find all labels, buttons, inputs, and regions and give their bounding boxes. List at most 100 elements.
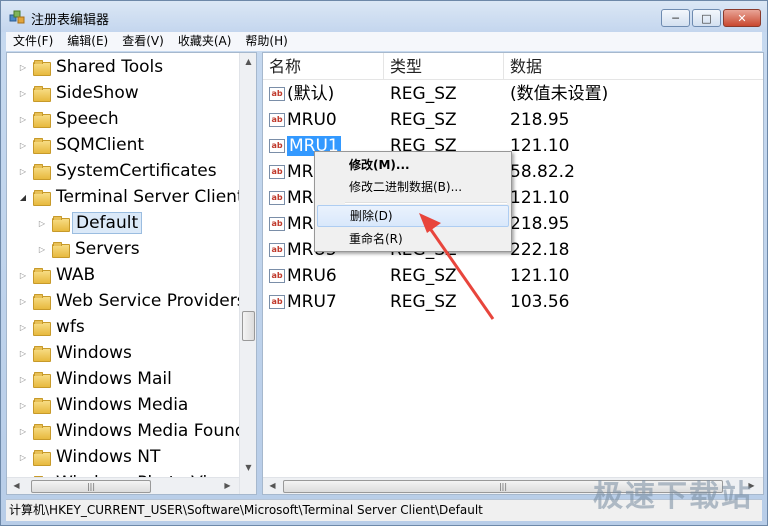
value-type: REG_SZ [390,110,457,130]
tree-item[interactable]: ▷ Default [36,210,143,236]
title-bar: 注册表编辑器 ─ □ ✕ [1,1,767,32]
value-row[interactable]: ab (默认) REG_SZ (数值未设置) [263,81,763,107]
string-value-icon: ab [269,113,285,127]
value-row[interactable]: ab MRU0 REG_SZ 218.95 [263,107,763,133]
value-row[interactable]: ab MRU7 REG_SZ 103.56 [263,289,763,315]
registry-editor-window: 注册表编辑器 ─ □ ✕ 文件(F) 编辑(E) 查看(V) 收藏夹(A) 帮助… [0,0,768,526]
value-row[interactable]: ab MRU6 REG_SZ 121.10 [263,263,763,289]
tree-vertical-scrollbar[interactable]: ▲ ▼ [239,53,256,494]
folder-icon [33,294,51,310]
collapsed-arrow-icon[interactable]: ▷ [17,323,29,332]
string-value-icon: ab [269,87,285,101]
key-tree[interactable]: ▷ Shared Tools ▷ SideShow ▷ Speech ▷ SQMClient ▷… [6,52,257,495]
tree-item[interactable]: ▷ Windows Mail [17,366,175,392]
tree-item[interactable]: ▷ Speech [17,106,122,132]
value-data: 58.82.2 [510,162,575,182]
value-data: 218.95 [510,110,570,130]
collapsed-arrow-icon[interactable]: ▷ [17,349,29,358]
menu-bar: 文件(F) 编辑(E) 查看(V) 收藏夹(A) 帮助(H) [6,32,762,51]
string-value-icon: ab [269,295,285,309]
collapsed-arrow-icon[interactable]: ▷ [36,245,48,254]
scroll-left-icon[interactable]: ◀ [10,479,23,493]
string-value-icon: ab [269,139,285,153]
collapsed-arrow-icon[interactable]: ▷ [17,63,29,72]
expanded-arrow-icon[interactable]: ◢ [17,193,29,202]
tree-item[interactable]: ▷ Windows Media [17,392,191,418]
collapsed-arrow-icon[interactable]: ▷ [36,219,48,228]
tree-item-label: Shared Tools [56,57,164,77]
tree-item-label: Windows Media Found [56,421,246,441]
tree-item[interactable]: ▷ SideShow [17,80,142,106]
registry-editor-icon [9,10,25,24]
collapsed-arrow-icon[interactable]: ▷ [17,297,29,306]
tree-item-label: WAB [56,265,96,285]
collapsed-arrow-icon[interactable]: ▷ [17,375,29,384]
menu-view[interactable]: 查看(V) [115,32,171,51]
collapsed-arrow-icon[interactable]: ▷ [17,401,29,410]
collapsed-arrow-icon[interactable]: ▷ [17,89,29,98]
menu-help[interactable]: 帮助(H) [238,32,294,51]
value-data: 121.10 [510,188,570,208]
folder-icon [33,164,51,180]
scroll-right-icon[interactable]: ▶ [221,479,234,493]
folder-icon [33,320,51,336]
scroll-up-icon[interactable]: ▲ [242,55,255,69]
minimize-button[interactable]: ─ [661,9,690,27]
context-rename[interactable]: 重命名(R) [317,228,509,250]
context-delete[interactable]: 删除(D) [317,205,509,227]
tree-item[interactable]: ▷ WAB [17,262,98,288]
tree-item[interactable]: ▷ Shared Tools [17,54,166,80]
watermark-logo: 极速下载站 [593,479,753,514]
string-value-icon: ab [269,243,285,257]
scroll-down-icon[interactable]: ▼ [242,461,255,475]
tree-item-label: Windows NT [56,447,161,467]
tree-item[interactable]: ▷ Windows NT [17,444,163,470]
column-header-data[interactable]: 数据 [504,53,763,80]
value-data: 121.10 [510,266,570,286]
column-header-type[interactable]: 类型 [384,53,504,80]
context-modify[interactable]: 修改(M)... [317,154,509,176]
tree-item[interactable]: ▷ Servers [36,236,143,262]
menu-edit[interactable]: 编辑(E) [60,32,115,51]
collapsed-arrow-icon[interactable]: ▷ [17,141,29,150]
tree-item[interactable]: ▷ Windows [17,340,135,366]
value-data: 121.10 [510,136,570,156]
menu-file[interactable]: 文件(F) [6,32,60,51]
collapsed-arrow-icon[interactable]: ▷ [17,427,29,436]
context-menu: 修改(M)... 修改二进制数据(B)... 删除(D) 重命名(R) [314,151,512,252]
context-modify-binary[interactable]: 修改二进制数据(B)... [317,176,509,198]
value-name: MRU0 [287,110,337,130]
collapsed-arrow-icon[interactable]: ▷ [17,453,29,462]
tree-item-label: SideShow [56,83,139,103]
column-header-name[interactable]: 名称 [263,53,384,80]
menu-favorites[interactable]: 收藏夹(A) [171,32,239,51]
collapsed-arrow-icon[interactable]: ▷ [17,271,29,280]
folder-icon [33,346,51,362]
folder-icon [33,450,51,466]
folder-icon [33,112,51,128]
folder-icon [33,398,51,414]
folder-icon [33,60,51,76]
tree-hscroll-thumb[interactable]: ||| [31,480,151,493]
tree-scroll-thumb[interactable] [242,311,255,341]
maximize-button[interactable]: □ [692,9,721,27]
tree-item[interactable]: ◢ Terminal Server Client [17,184,247,210]
tree-item[interactable]: ▷ Web Service Providers [17,288,249,314]
string-value-icon: ab [269,165,285,179]
tree-item[interactable]: ▷ SystemCertificates [17,158,220,184]
close-button[interactable]: ✕ [723,9,761,27]
collapsed-arrow-icon[interactable]: ▷ [17,115,29,124]
tree-item[interactable]: ▷ wfs [17,314,88,340]
tree-item-label: wfs [56,317,85,337]
tree-item[interactable]: ▷ Windows Media Found [17,418,249,444]
tree-item-label: Web Service Providers [56,291,246,311]
collapsed-arrow-icon[interactable]: ▷ [17,167,29,176]
folder-icon [52,242,70,258]
tree-item-label: Servers [75,239,140,259]
tree-horizontal-scrollbar[interactable]: ◀ ||| ▶ [7,477,239,494]
scroll-left-icon[interactable]: ◀ [266,479,279,493]
folder-icon [33,372,51,388]
value-data: 218.95 [510,214,570,234]
tree-item[interactable]: ▷ SQMClient [17,132,147,158]
value-list[interactable]: 名称 类型 数据 ab (默认) REG_SZ (数值未设置) ab MRU0 REG_SZ… [262,52,764,495]
